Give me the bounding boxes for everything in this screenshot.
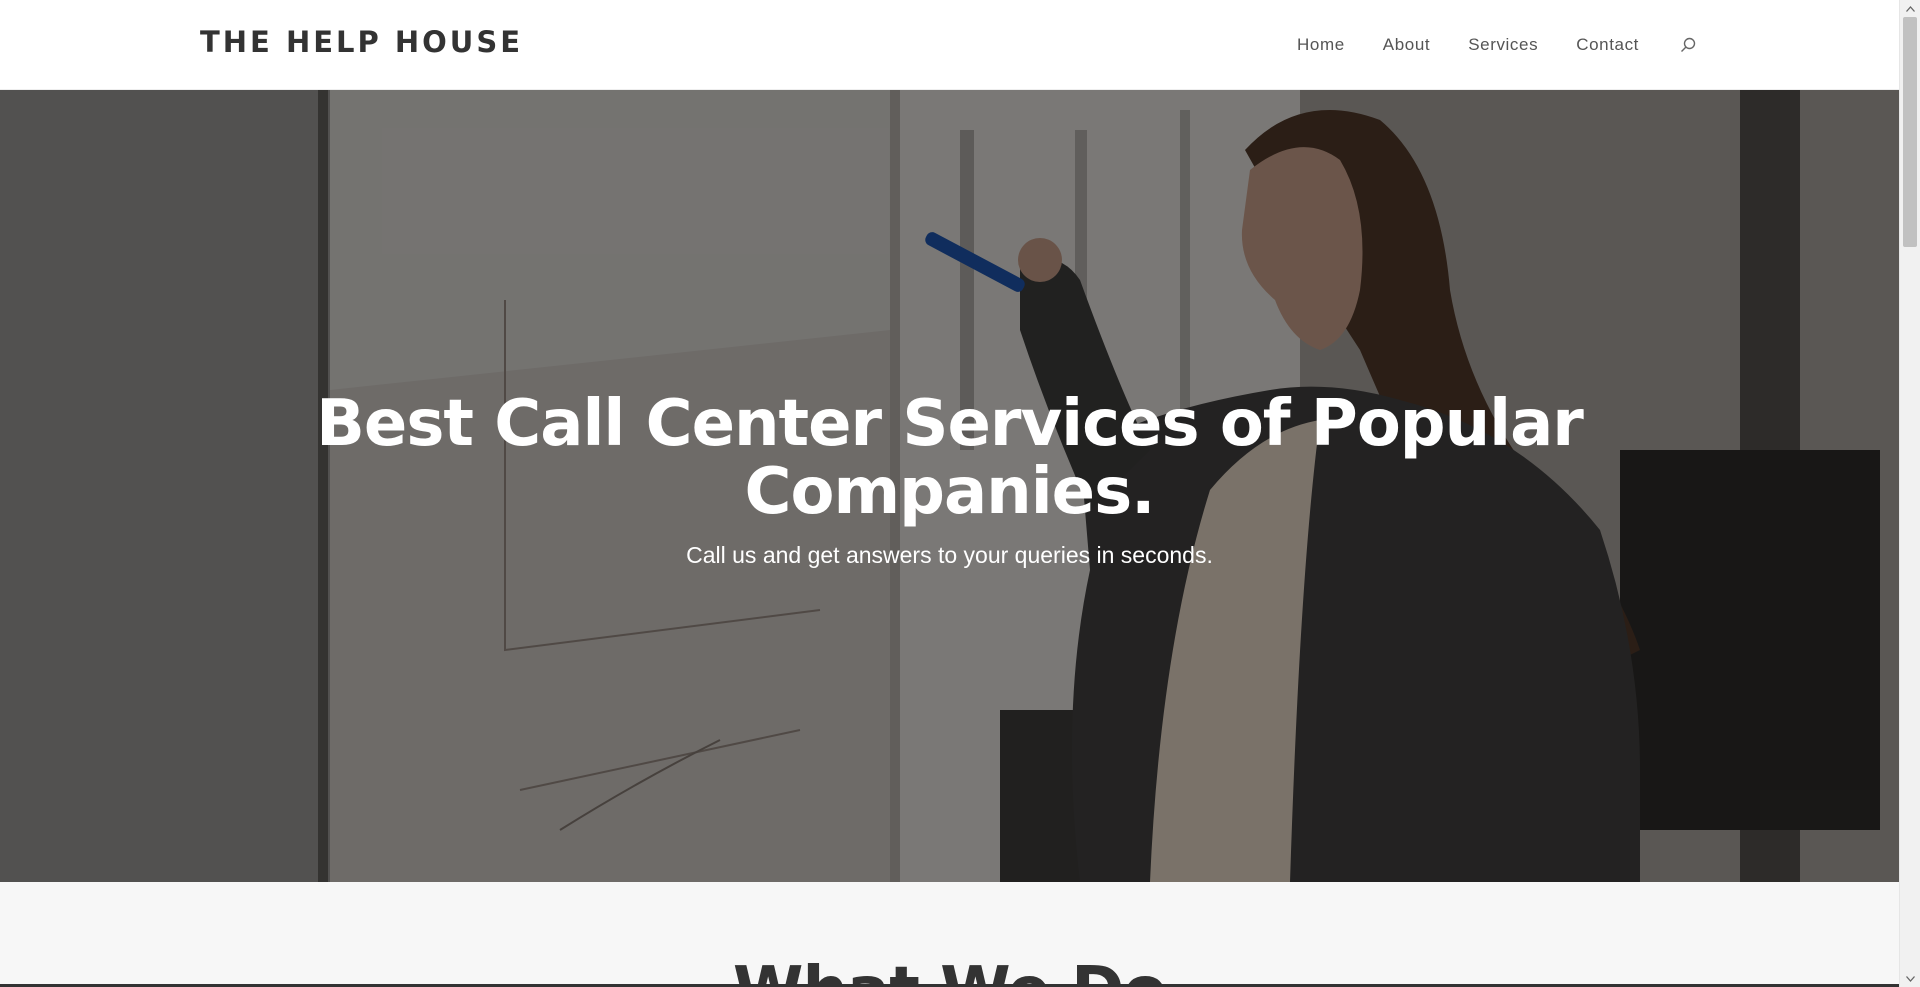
nav-contact[interactable]: Contact: [1576, 35, 1639, 55]
site-logo[interactable]: THE HELP HOUSE: [200, 22, 523, 62]
hero-banner: Best Call Center Services of Popular Com…: [0, 90, 1899, 882]
hero-content: Best Call Center Services of Popular Com…: [0, 390, 1899, 569]
nav-about[interactable]: About: [1383, 35, 1430, 55]
what-we-do-section: What We Do: [0, 882, 1899, 987]
page-viewport: THE HELP HOUSE Home About Services Conta…: [0, 0, 1899, 987]
nav-home[interactable]: Home: [1297, 35, 1345, 55]
hero-subtitle: Call us and get answers to your queries …: [686, 542, 1213, 568]
nav-services[interactable]: Services: [1468, 35, 1538, 55]
main-nav: Home About Services Contact: [1259, 0, 1699, 90]
vertical-scrollbar[interactable]: [1899, 0, 1920, 987]
scroll-down-arrow-icon[interactable]: [1900, 970, 1920, 987]
scroll-up-arrow-icon[interactable]: [1900, 0, 1920, 17]
site-header: THE HELP HOUSE Home About Services Conta…: [0, 0, 1899, 90]
scrollbar-thumb[interactable]: [1903, 17, 1917, 247]
section-title: What We Do: [0, 956, 1899, 987]
hero-title: Best Call Center Services of Popular Com…: [316, 387, 1584, 529]
search-icon[interactable]: [1677, 34, 1699, 56]
